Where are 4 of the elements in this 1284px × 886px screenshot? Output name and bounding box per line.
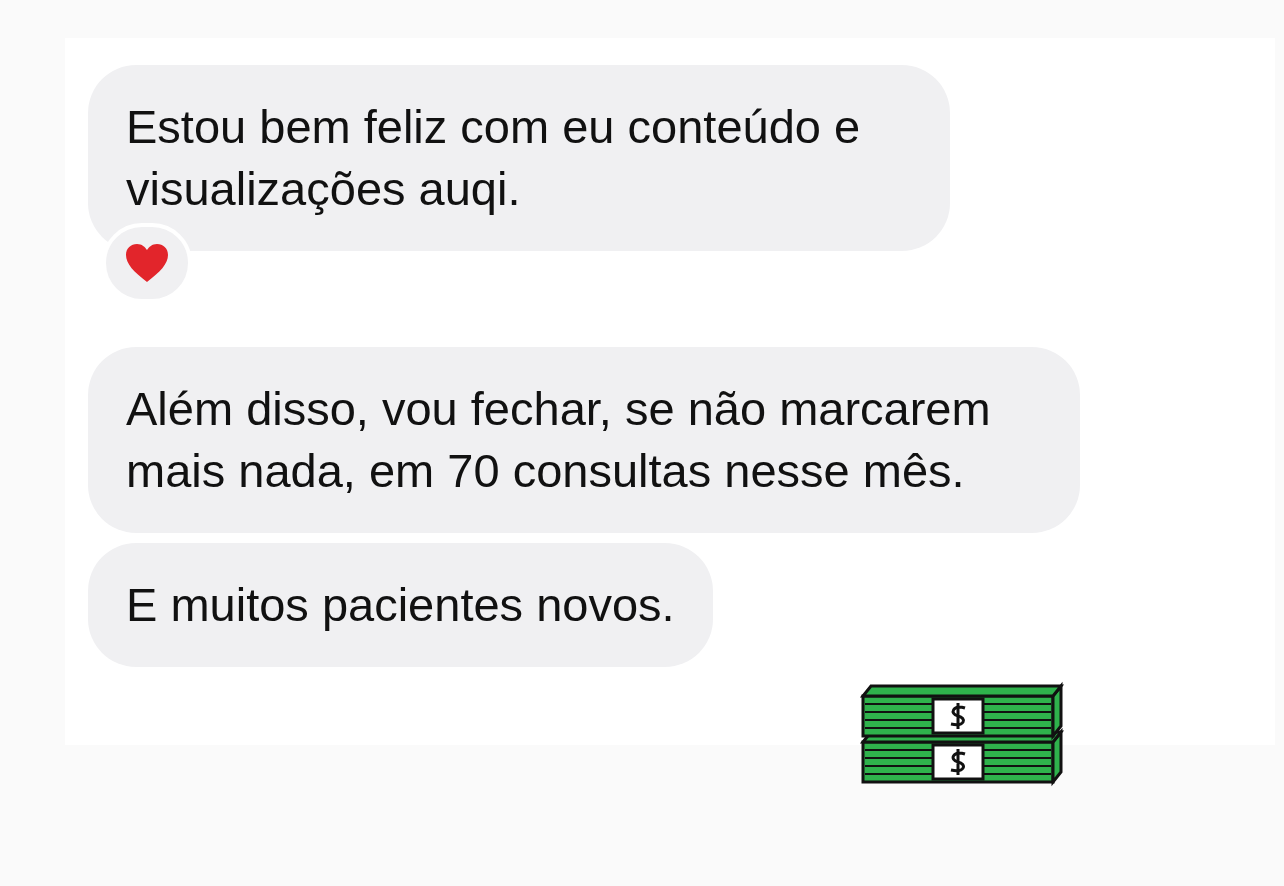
message-bubble: E muitos pacientes novos.: [88, 543, 713, 667]
message-bubble: Além disso, vou fechar, se não marcarem mais nada, em 70 consultas nesse mês.: [88, 347, 1080, 533]
message-bubble: Estou bem feliz com eu conteúdo e visualizações auqi.: [88, 65, 950, 251]
heart-icon: [124, 242, 170, 284]
